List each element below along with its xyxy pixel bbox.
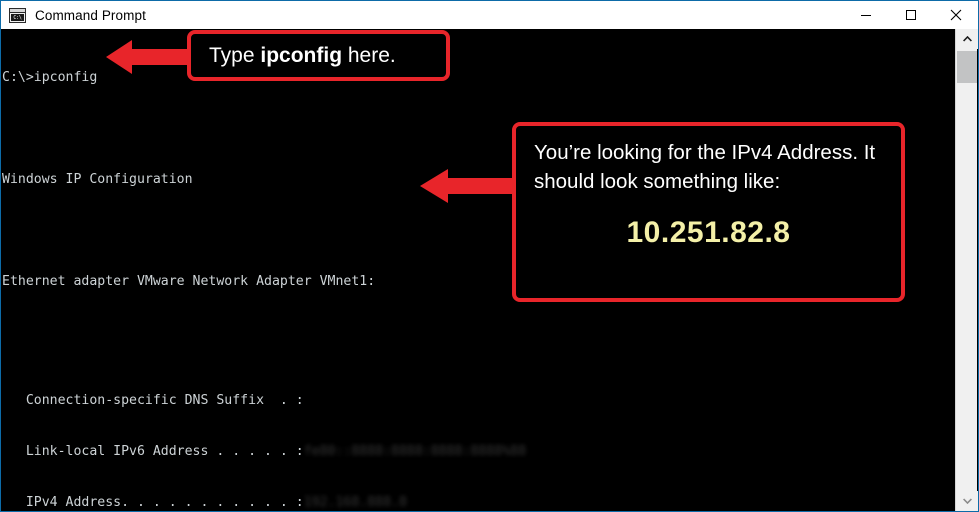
scrollbar-thumb[interactable] [957, 51, 977, 83]
screenshot-root: C:\ Command Prompt C:\>ipconfig Windows … [0, 0, 979, 512]
minimize-button[interactable] [843, 1, 888, 29]
console-line: IPv4 Address. . . . . . . . . . . :192.1… [2, 494, 590, 511]
callout-type-after: here. [342, 43, 396, 67]
left-arrow-icon [106, 40, 192, 74]
scroll-down-button[interactable] [956, 491, 978, 511]
console-line: Link-local IPv6 Address . . . . . :fe80:… [2, 443, 590, 460]
scroll-up-button[interactable] [956, 29, 978, 49]
cmd-icon: C:\ [9, 7, 26, 23]
console-label: Link-local IPv6 Address . . . . . : [2, 444, 304, 459]
maximize-button[interactable] [888, 1, 933, 29]
cmd-icon-titlebar [10, 8, 25, 13]
callout-type-command: ipconfig [260, 43, 343, 67]
callout-ipv4-body: You’re looking for the IPv4 Address. It … [534, 141, 876, 193]
console-redacted-value: 192.168.888.8 [303, 495, 407, 510]
callout-type-ipconfig: Type ipconfig here. [187, 30, 450, 81]
cmd-icon-glyph: C:\ [11, 13, 24, 21]
window-title: Command Prompt [35, 7, 146, 23]
window-controls [843, 1, 978, 29]
minimize-icon [860, 15, 871, 16]
console-text: C:\>ipconfig Windows IP Configuration Et… [2, 35, 590, 511]
callout-ipv4-example: 10.251.82.8 [626, 216, 791, 249]
console-line: Ethernet adapter VMware Network Adapter … [2, 274, 376, 289]
chevron-down-icon [962, 498, 972, 504]
console-line: Connection-specific DNS Suffix . : [2, 392, 590, 409]
close-button[interactable] [933, 1, 978, 29]
console-redacted-value: fe80::8888:8888:8888:8888%88 [303, 444, 527, 459]
console-label: Connection-specific DNS Suffix . : [2, 393, 304, 408]
close-icon [950, 9, 961, 21]
vertical-scrollbar[interactable] [955, 29, 978, 511]
callout-ipv4-explanation: You’re looking for the IPv4 Address. It … [512, 122, 905, 302]
maximize-icon [905, 10, 916, 20]
callout-type-text: Type ipconfig here. [209, 44, 396, 68]
chevron-up-icon [962, 36, 972, 42]
callout-type-before: Type [209, 43, 261, 67]
left-arrow-icon [420, 169, 512, 203]
title-bar: C:\ Command Prompt [1, 1, 978, 29]
console-label: IPv4 Address. . . . . . . . . . . : [2, 495, 304, 510]
